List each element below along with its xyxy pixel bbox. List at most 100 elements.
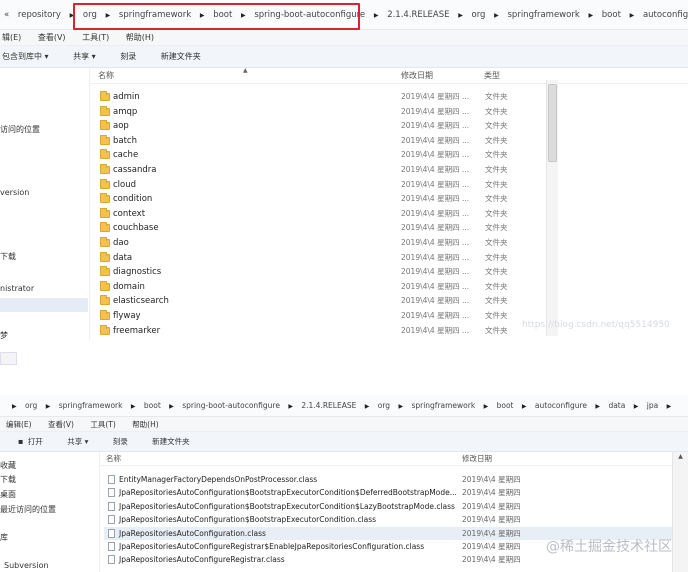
table-row[interactable]: aop 2019\4\4 星期四 ... 文件夹 xyxy=(96,119,688,134)
file-name: JpaRepositoriesAutoConfiguration$Bootstr… xyxy=(119,501,455,511)
address-bar[interactable]: « repository ▶ org ▶ springframework ▶ b… xyxy=(0,0,688,30)
chevron-right-icon[interactable]: ▶ xyxy=(595,396,600,418)
table-row[interactable]: cache 2019\4\4 星期四 ... 文件夹 xyxy=(96,148,688,163)
breadcrumb-item[interactable]: boot xyxy=(144,395,161,417)
nav-item-selected[interactable] xyxy=(0,298,88,312)
chevron-right-icon[interactable]: ▶ xyxy=(634,396,639,418)
menu-help[interactable]: 帮助(H) xyxy=(132,417,159,432)
table-row[interactable]: EntityManagerFactoryDependsOnPostProcess… xyxy=(104,473,688,486)
breadcrumb-item[interactable]: jpa xyxy=(647,395,658,417)
menu-view[interactable]: 查看(V) xyxy=(48,417,74,432)
chevron-right-icon[interactable]: ▶ xyxy=(12,396,17,418)
breadcrumb-item[interactable]: org xyxy=(378,395,390,417)
burn-button[interactable]: 刻录 xyxy=(120,46,136,68)
breadcrumb-item[interactable]: spring-boot-autoconfigure xyxy=(182,395,280,417)
menu-tools[interactable]: 工具(T) xyxy=(90,417,115,432)
nav-item-libraries[interactable]: 库 xyxy=(0,532,8,543)
scrollbar[interactable]: ▲ xyxy=(672,452,688,572)
menu-edit[interactable]: 辑(E) xyxy=(2,30,21,46)
chevron-right-icon[interactable]: ▶ xyxy=(46,396,51,418)
chevron-right-icon[interactable]: ▶ xyxy=(494,1,499,31)
nav-item-subversion[interactable]: Subversion xyxy=(4,561,49,570)
new-folder-button[interactable]: 新建文件夹 xyxy=(161,46,201,68)
chevron-right-icon[interactable]: ▶ xyxy=(484,396,489,418)
nav-item-downloads[interactable]: 下载 xyxy=(0,251,16,262)
column-name-header[interactable]: 名称 xyxy=(98,68,114,84)
table-row[interactable]: data 2019\4\4 星期四 ... 文件夹 xyxy=(96,251,688,266)
chevron-right-icon[interactable]: ▶ xyxy=(588,1,593,31)
burn-button[interactable]: 刻录 xyxy=(113,432,128,452)
table-row[interactable]: amqp 2019\4\4 星期四 ... 文件夹 xyxy=(96,105,688,120)
table-row[interactable]: batch 2019\4\4 星期四 ... 文件夹 xyxy=(96,134,688,149)
table-row[interactable]: couchbase 2019\4\4 星期四 ... 文件夹 xyxy=(96,221,688,236)
breadcrumb-item[interactable]: springframework xyxy=(59,395,123,417)
breadcrumb-item[interactable]: springframework xyxy=(508,0,580,30)
breadcrumb-item[interactable]: boot xyxy=(602,0,621,30)
open-button[interactable]: 打开 xyxy=(28,432,43,452)
chevron-right-icon[interactable]: ▶ xyxy=(667,396,672,418)
column-name-header[interactable]: 名称 xyxy=(106,452,121,466)
table-row[interactable]: dao 2019\4\4 星期四 ... 文件夹 xyxy=(96,236,688,251)
menu-view[interactable]: 查看(V) xyxy=(38,30,66,46)
chevron-right-icon[interactable]: ▶ xyxy=(131,396,136,418)
nav-item-subversion[interactable]: version xyxy=(0,188,29,197)
breadcrumb-item[interactable]: repository xyxy=(18,0,61,30)
scrollbar[interactable] xyxy=(546,80,558,336)
nav-item-recent-places[interactable]: 访问的位置 xyxy=(0,124,40,135)
table-row[interactable]: cloud 2019\4\4 星期四 ... 文件夹 xyxy=(96,178,688,193)
column-date-header[interactable]: 修改日期 xyxy=(401,68,433,84)
table-row[interactable]: context 2019\4\4 星期四 ... 文件夹 xyxy=(96,207,688,222)
table-row[interactable]: admin 2019\4\4 星期四 ... 文件夹 xyxy=(96,90,688,105)
share-button[interactable]: 共享 ▾ xyxy=(73,46,96,68)
nav-item-recent-places[interactable]: 最近访问的位置 xyxy=(0,504,56,515)
menu-help[interactable]: 帮助(H) xyxy=(126,30,154,46)
breadcrumb-item[interactable]: 2.1.4.RELEASE xyxy=(387,0,449,30)
file-date: 2019\4\4 星期四 xyxy=(462,501,521,511)
breadcrumb-item[interactable]: boot xyxy=(497,395,514,417)
include-in-library-button[interactable]: 包含到库中 ▾ xyxy=(2,46,49,68)
file-date: 2019\4\4 星期四 xyxy=(462,528,521,538)
open-icon[interactable]: ▪ xyxy=(18,432,23,452)
menu-edit[interactable]: 编辑(E) xyxy=(6,417,32,432)
file-date: 2019\4\4 星期四 ... xyxy=(401,281,470,291)
chevron-right-icon[interactable]: ▶ xyxy=(522,396,527,418)
table-row[interactable]: domain 2019\4\4 星期四 ... 文件夹 xyxy=(96,280,688,295)
breadcrumb-item[interactable]: autoconfigure xyxy=(643,0,688,30)
chevron-right-icon[interactable]: ▶ xyxy=(288,396,293,418)
breadcrumb-item[interactable]: data xyxy=(608,395,625,417)
breadcrumb-item[interactable]: springframework xyxy=(411,395,475,417)
nav-item-administrator[interactable]: nistrator xyxy=(0,284,34,293)
table-row[interactable]: cassandra 2019\4\4 星期四 ... 文件夹 xyxy=(96,163,688,178)
nav-item-downloads[interactable]: 下载 xyxy=(0,474,16,485)
file-icon xyxy=(108,501,115,511)
table-row[interactable]: JpaRepositoriesAutoConfiguration$Bootstr… xyxy=(104,500,688,513)
column-date-header[interactable]: 修改日期 xyxy=(462,452,492,466)
chevron-right-icon[interactable]: ▶ xyxy=(374,1,379,31)
nav-item-favorites[interactable]: 收藏 xyxy=(0,460,16,471)
table-row[interactable]: JpaRepositoriesAutoConfiguration$Bootstr… xyxy=(104,486,688,499)
menu-tools[interactable]: 工具(T) xyxy=(82,30,109,46)
scrollbar-thumb[interactable] xyxy=(548,84,557,162)
table-row[interactable]: diagnostics 2019\4\4 星期四 ... 文件夹 xyxy=(96,265,688,280)
breadcrumb-overflow[interactable]: « xyxy=(4,0,9,30)
breadcrumb-item[interactable]: org xyxy=(25,395,37,417)
breadcrumb-item[interactable]: org xyxy=(472,0,486,30)
chevron-right-icon[interactable]: ▶ xyxy=(365,396,370,418)
share-button[interactable]: 共享 ▾ xyxy=(67,432,88,452)
chevron-right-icon[interactable]: ▶ xyxy=(169,396,174,418)
scroll-up-icon[interactable]: ▲ xyxy=(673,452,688,462)
explorer-window-autoconfigure: « repository ▶ org ▶ springframework ▶ b… xyxy=(0,0,688,340)
new-folder-button[interactable]: 新建文件夹 xyxy=(152,432,190,452)
table-row[interactable]: condition 2019\4\4 星期四 ... 文件夹 xyxy=(96,192,688,207)
chevron-right-icon[interactable]: ▶ xyxy=(630,1,635,31)
nav-item-desktop[interactable]: 桌面 xyxy=(0,489,16,500)
table-row[interactable]: elasticsearch 2019\4\4 星期四 ... 文件夹 xyxy=(96,294,688,309)
nav-item-partial[interactable]: 梦 xyxy=(0,330,8,340)
breadcrumb-item[interactable]: 2.1.4.RELEASE xyxy=(301,395,356,417)
address-bar[interactable]: ▶ org ▶ springframework ▶ boot ▶ spring-… xyxy=(0,395,688,417)
chevron-right-icon[interactable]: ▶ xyxy=(458,1,463,31)
chevron-right-icon[interactable]: ▶ xyxy=(398,396,403,418)
breadcrumb-item[interactable]: autoconfigure xyxy=(535,395,587,417)
table-row[interactable]: JpaRepositoriesAutoConfiguration$Bootstr… xyxy=(104,513,688,526)
column-type-header[interactable]: 类型 xyxy=(484,68,500,84)
